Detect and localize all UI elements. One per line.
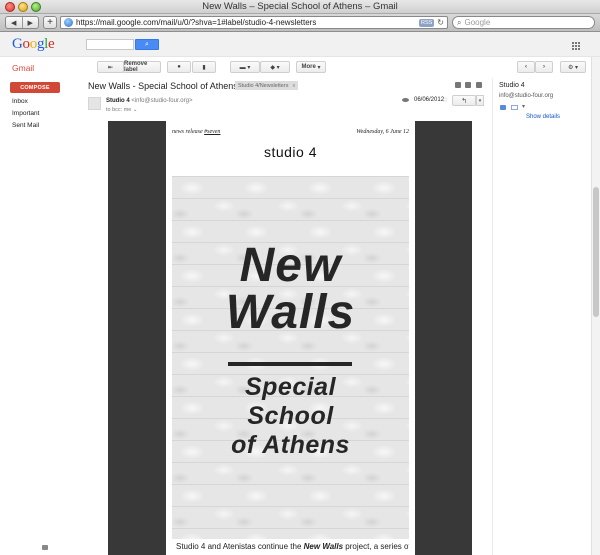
newsletter-hero-image: New Walls Special School of Athens: [172, 176, 409, 539]
sender-avatar: [88, 97, 101, 110]
google-bar: Google ⌕: [0, 32, 600, 57]
show-details-link[interactable]: Show details: [526, 114, 560, 120]
new-window-icon[interactable]: [476, 82, 482, 88]
sender-line: Studio 4 <info@studio-four.org>: [106, 98, 192, 104]
chevron-left-icon: ‹: [525, 64, 527, 70]
search-icon: ⌕: [145, 40, 149, 48]
folder-icon: ▬ ▾: [239, 64, 251, 71]
expand-all-icon[interactable]: [455, 82, 461, 88]
report-icon: ●: [177, 64, 181, 70]
apps-grid-icon[interactable]: [572, 42, 580, 50]
panel-divider: [492, 78, 493, 555]
headline-divider: [228, 362, 352, 366]
recipients-line[interactable]: to bcc: me ⌄: [106, 107, 138, 113]
contact-email: info@studio-four.org: [499, 93, 554, 99]
gear-icon: ⚙ ▾: [567, 64, 579, 71]
add-bookmark-button[interactable]: +: [43, 16, 57, 29]
star-icon[interactable]: ☆: [442, 96, 448, 104]
contact-name: Studio 4: [499, 82, 525, 89]
sender-email: <info@studio-four.org>: [131, 98, 193, 104]
chevron-down-icon: ▾: [478, 97, 482, 104]
chevron-down-icon: ⌄: [132, 107, 138, 113]
globe-icon: [64, 18, 73, 27]
trash-icon: ▮: [202, 64, 206, 71]
sender-name[interactable]: Studio 4: [106, 98, 130, 104]
google-logo[interactable]: Google: [12, 36, 55, 53]
window-title: New Walls – Special School of Athens – G…: [202, 1, 398, 12]
plus-icon: +: [47, 17, 53, 28]
older-button[interactable]: ›: [535, 61, 553, 73]
remove-label-button[interactable]: Remove label: [123, 61, 161, 73]
browser-search-input[interactable]: [464, 18, 575, 27]
newer-button[interactable]: ‹: [517, 61, 535, 73]
headline-new: New: [239, 239, 342, 292]
tag-icon: ◆ ▾: [270, 64, 280, 71]
newsletter-body-text: Studio 4 and Atenistas continue the New …: [176, 542, 409, 551]
eye-icon: [402, 98, 409, 102]
arrow-left-icon: ⇤: [107, 64, 114, 71]
back-to-list-button[interactable]: ⇤: [97, 61, 124, 73]
mail-search-button[interactable]: ⌕: [135, 39, 159, 50]
more-button[interactable]: More ▾: [296, 61, 326, 73]
sidebar-item-important[interactable]: Important: [12, 110, 39, 117]
reload-icon[interactable]: ↻: [437, 18, 444, 27]
chat-icon[interactable]: [42, 545, 48, 550]
message-date: 06/06/2012: [414, 97, 445, 103]
headline-special: Special: [244, 373, 337, 401]
compose-button[interactable]: COMPOSE: [10, 82, 60, 93]
headline-school: School: [247, 402, 334, 430]
label-chip[interactable]: Studio 4/Newsletters x: [235, 81, 299, 90]
mail-icon[interactable]: [511, 105, 518, 110]
remove-label-close-icon[interactable]: x: [292, 83, 295, 89]
mail-search-input[interactable]: [86, 39, 134, 50]
message-subject: New Walls - Special School of Athens: [88, 81, 238, 91]
chevron-down-icon[interactable]: ▾: [522, 103, 525, 110]
chevron-right-icon: ›: [543, 64, 545, 70]
more-actions-button[interactable]: ▾: [476, 95, 484, 106]
address-bar[interactable]: https://mail.google.com/mail/u/0/?shva=1…: [60, 16, 448, 29]
triangle-right-icon: ▶: [27, 19, 33, 27]
settings-button[interactable]: ⚙ ▾: [560, 61, 586, 73]
gmail-menu-label[interactable]: Gmail: [12, 63, 34, 73]
triangle-left-icon: ◀: [11, 19, 17, 27]
sidebar-item-sent-mail[interactable]: Sent Mail: [12, 122, 39, 129]
browser-toolbar: ◀ ▶ + https://mail.google.com/mail/u/0/?…: [0, 14, 600, 32]
move-to-button[interactable]: ▬ ▾: [230, 61, 260, 73]
news-release-kicker: news release #seven: [172, 129, 221, 135]
newsletter-date: Wednesday, 6 June 12: [356, 129, 409, 135]
report-spam-button[interactable]: ●: [167, 61, 191, 73]
window-titlebar: New Walls – Special School of Athens – G…: [0, 0, 600, 14]
reply-icon: ↰: [461, 97, 467, 105]
sidebar-item-inbox[interactable]: Inbox: [12, 98, 28, 105]
forward-button[interactable]: ▶: [21, 17, 39, 28]
headline-walls: Walls: [225, 286, 356, 339]
scrollbar-thumb[interactable]: [593, 187, 599, 317]
headline-of-athens: of Athens: [231, 431, 350, 459]
rss-button[interactable]: RSS: [418, 18, 435, 27]
page-scrollbar[interactable]: [591, 57, 600, 555]
labels-button[interactable]: ◆ ▾: [260, 61, 290, 73]
release-number-link[interactable]: #seven: [204, 129, 220, 135]
studio4-logo: studio 4: [263, 144, 318, 160]
back-button[interactable]: ◀: [6, 17, 22, 28]
search-icon: ⌕: [457, 17, 462, 27]
back-forward-buttons: ◀ ▶: [5, 16, 39, 29]
reply-button[interactable]: ↰: [452, 95, 476, 106]
print-icon[interactable]: [465, 82, 471, 88]
browser-search-field[interactable]: ⌕: [452, 16, 595, 29]
chat-bubble-icon[interactable]: [500, 105, 506, 110]
delete-button[interactable]: ▮: [192, 61, 216, 73]
url-text[interactable]: https://mail.google.com/mail/u/0/?shva=1…: [76, 18, 419, 27]
